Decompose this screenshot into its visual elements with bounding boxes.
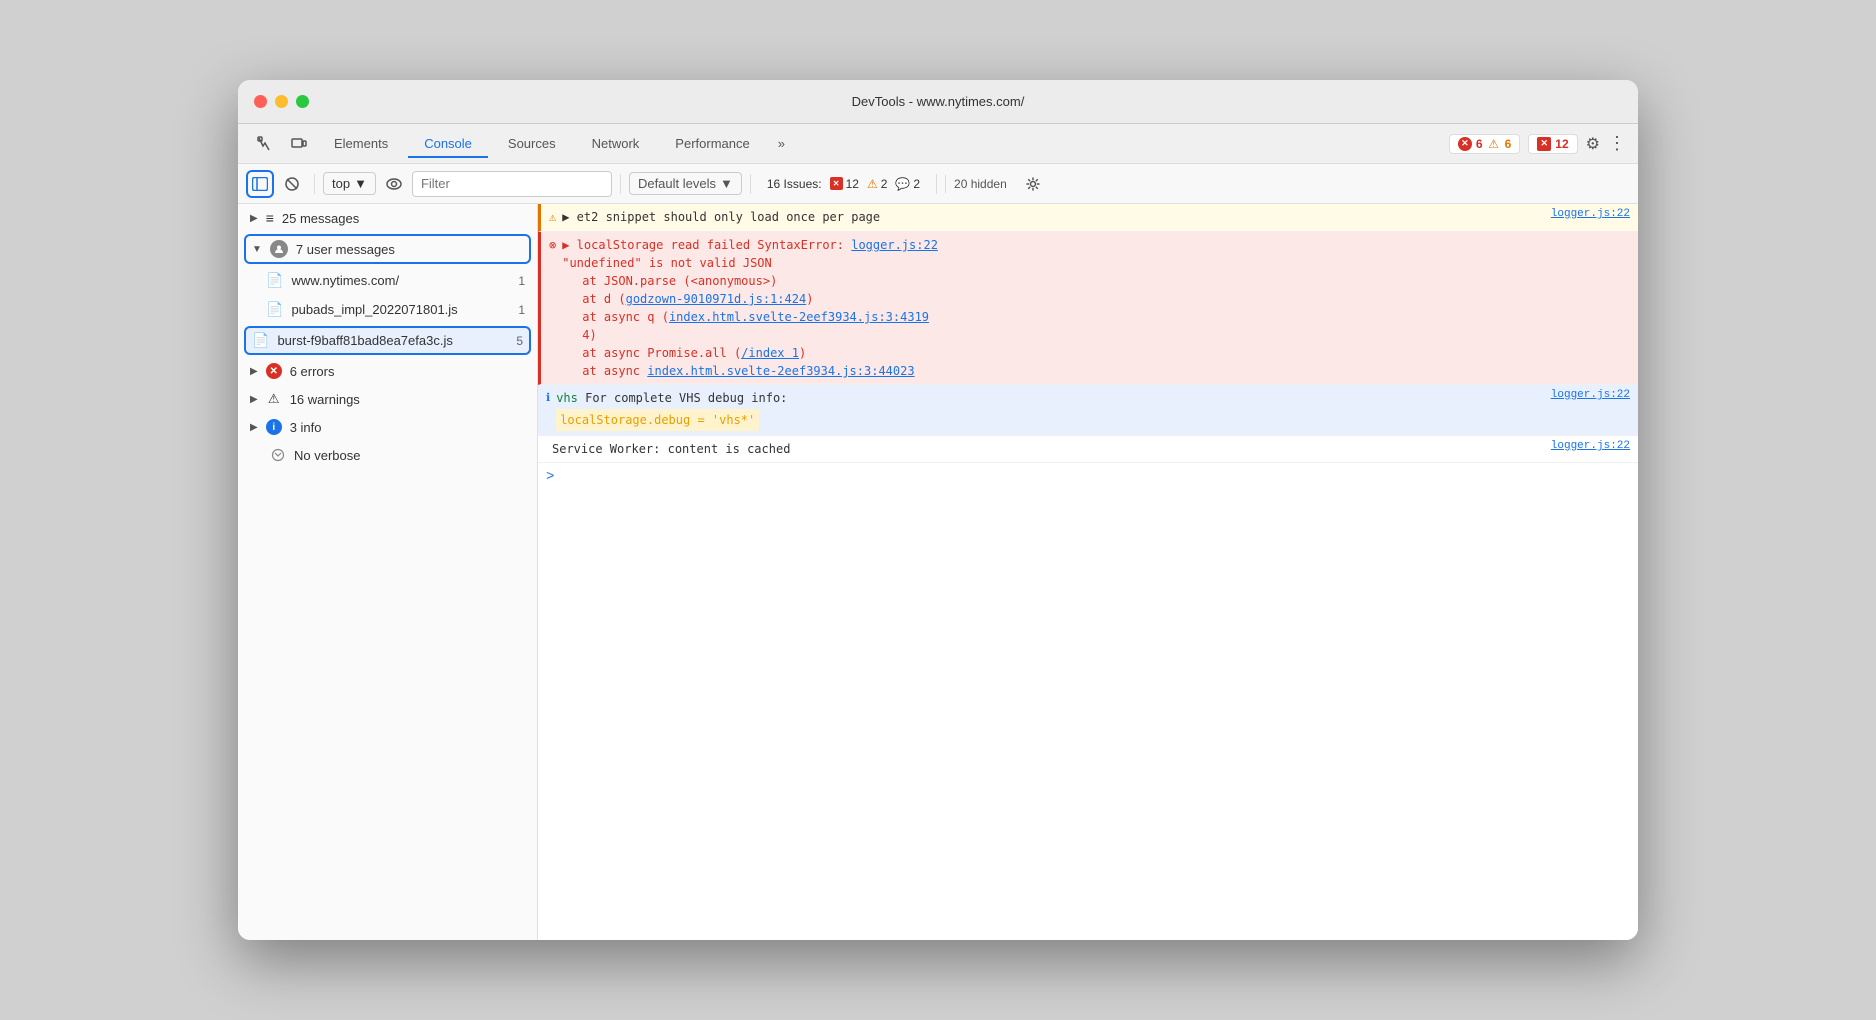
- tab-performance[interactable]: Performance: [659, 130, 765, 157]
- issues-warning-icon: ⚠: [867, 177, 878, 191]
- sidebar-item-nytimes[interactable]: 📄 www.nytimes.com/ 1: [238, 266, 537, 295]
- console-prompt[interactable]: >: [538, 463, 1638, 491]
- warning-entry-text: ▶ et2 snippet should only load once per …: [562, 208, 1545, 227]
- console-sidebar: ▶ ≡ 25 messages ▼ 7 user messages 📄 www.…: [238, 204, 538, 940]
- toolbar-separator-4: [936, 174, 937, 194]
- file-icon-burst: 📄: [252, 332, 269, 349]
- log-levels-selector[interactable]: Default levels ▼: [629, 172, 742, 195]
- tab-sources[interactable]: Sources: [492, 130, 572, 157]
- warning-triangle-icon: ⚠: [1487, 137, 1501, 151]
- hidden-count: 20 hidden: [945, 175, 1015, 193]
- context-selector[interactable]: top ▼: [323, 172, 376, 195]
- titlebar: DevTools - www.nytimes.com/: [238, 80, 1638, 124]
- toolbar-separator-2: [620, 174, 621, 194]
- sidebar-item-all-messages[interactable]: ▶ ≡ 25 messages: [238, 204, 537, 232]
- sidebar-toggle-button[interactable]: [246, 170, 274, 198]
- settings-icon[interactable]: ⚙: [1586, 134, 1600, 154]
- file-icon: 📄: [266, 272, 283, 289]
- verbose-icon: [270, 447, 286, 463]
- issues-info-icon: 💬: [895, 177, 910, 191]
- console-toolbar: top ▼ Default levels ▼ 16 Issues: ✕ 12 ⚠: [238, 164, 1638, 204]
- blocked-badge[interactable]: ✕ 12: [1528, 134, 1577, 154]
- console-output[interactable]: ⚠ ▶ et2 snippet should only load once pe…: [538, 204, 1638, 940]
- error-entry-icon: ⊗: [549, 238, 556, 253]
- normal-entry-location[interactable]: logger.js:22: [1551, 440, 1630, 452]
- godzown-link[interactable]: godzown-9010971d.js:1:424: [626, 292, 807, 306]
- issues-warnings-count: ⚠ 2: [867, 177, 887, 191]
- user-icon: [270, 240, 288, 258]
- file-icon-pubads: 📄: [266, 301, 283, 318]
- main-content: ▶ ≡ 25 messages ▼ 7 user messages 📄 www.…: [238, 204, 1638, 940]
- console-entry-warning: ⚠ ▶ et2 snippet should only load once pe…: [538, 204, 1638, 232]
- toolbar-separator-3: [750, 174, 751, 194]
- console-entry-vhs: ℹ vhs For complete VHS debug info: local…: [538, 385, 1638, 436]
- index-link[interactable]: /index 1: [741, 346, 799, 360]
- clear-console-button[interactable]: [278, 170, 306, 198]
- sidebar-item-verbose[interactable]: No verbose: [238, 441, 537, 469]
- info-icon: i: [266, 419, 282, 435]
- prompt-chevron: >: [546, 469, 554, 485]
- more-options-icon[interactable]: ⋮: [1608, 133, 1626, 154]
- issues-error-icon: ✕: [830, 177, 843, 190]
- error-entry-text: ▶ localStorage read failed SyntaxError: …: [562, 236, 1630, 380]
- list-icon: ≡: [266, 210, 274, 226]
- issues-bar: 16 Issues: ✕ 12 ⚠ 2 💬 2: [759, 177, 928, 191]
- tab-console[interactable]: Console: [408, 130, 488, 157]
- issues-errors-count: ✕ 12: [830, 177, 859, 191]
- chevron-down-icon: ▼: [252, 244, 262, 255]
- sidebar-item-warnings[interactable]: ▶ ⚠ 16 warnings: [238, 385, 537, 413]
- svelte-link-1[interactable]: index.html.svelte-2eef3934.js:3:4319: [669, 310, 929, 324]
- svelte-link-2[interactable]: index.html.svelte-2eef3934.js:3:44023: [647, 364, 914, 378]
- chevron-info-icon: ▶: [250, 422, 258, 433]
- sidebar-item-user-messages[interactable]: ▼ 7 user messages: [244, 234, 531, 264]
- sidebar-item-burst[interactable]: 📄 burst-f9baff81bad8ea7efa3c.js 5: [244, 326, 531, 355]
- traffic-lights: [254, 95, 309, 108]
- error-count-badge[interactable]: ✕ 6 ⚠ 6: [1449, 134, 1520, 154]
- warning-entry-location[interactable]: logger.js:22: [1551, 208, 1630, 220]
- console-settings-icon[interactable]: [1019, 170, 1047, 198]
- sidebar-item-errors[interactable]: ▶ ✕ 6 errors: [238, 357, 537, 385]
- vhs-entry-text: vhs For complete VHS debug info: localSt…: [556, 389, 1545, 431]
- window-title: DevTools - www.nytimes.com/: [852, 94, 1025, 109]
- error-location-link[interactable]: logger.js:22: [851, 238, 938, 252]
- chevron-right-icon: ▶: [250, 213, 258, 224]
- close-button[interactable]: [254, 95, 267, 108]
- console-entry-normal: Service Worker: content is cached logger…: [538, 436, 1638, 463]
- normal-entry-text: Service Worker: content is cached: [552, 440, 1545, 458]
- vhs-entry-location[interactable]: logger.js:22: [1551, 389, 1630, 401]
- sidebar-item-pubads[interactable]: 📄 pubads_impl_2022071801.js 1: [238, 295, 537, 324]
- issues-info-count: 💬 2: [895, 177, 920, 191]
- warning-entry-icon: ⚠: [549, 210, 556, 225]
- toolbar-separator-1: [314, 174, 315, 194]
- tab-elements[interactable]: Elements: [318, 130, 404, 157]
- error-icon: ✕: [266, 363, 282, 379]
- minimize-button[interactable]: [275, 95, 288, 108]
- tabs-right: ✕ 6 ⚠ 6 ✕ 12 ⚙ ⋮: [1449, 133, 1626, 154]
- device-toolbar-icon[interactable]: [284, 130, 314, 158]
- warning-icon: ⚠: [266, 391, 282, 407]
- tab-network[interactable]: Network: [576, 130, 656, 157]
- filter-input[interactable]: [412, 171, 612, 197]
- inspect-icon[interactable]: [250, 130, 280, 158]
- devtools-window: DevTools - www.nytimes.com/ Elements Con…: [238, 80, 1638, 940]
- maximize-button[interactable]: [296, 95, 309, 108]
- chevron-errors-icon: ▶: [250, 366, 258, 377]
- error-x-icon: ✕: [1458, 137, 1472, 151]
- more-tabs[interactable]: »: [770, 132, 793, 155]
- eye-icon-button[interactable]: [380, 170, 408, 198]
- tabs-bar: Elements Console Sources Network Perform…: [238, 124, 1638, 164]
- console-entry-error: ⊗ ▶ localStorage read failed SyntaxError…: [538, 232, 1638, 385]
- info-entry-icon: ℹ: [546, 391, 550, 405]
- block-icon: ✕: [1537, 137, 1551, 151]
- sidebar-item-info[interactable]: ▶ i 3 info: [238, 413, 537, 441]
- chevron-warnings-icon: ▶: [250, 394, 258, 405]
